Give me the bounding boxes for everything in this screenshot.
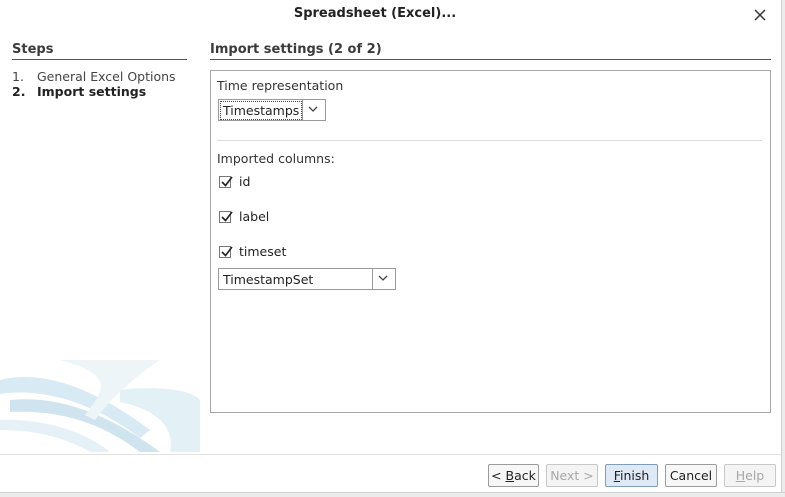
finish-button[interactable]: Finish <box>605 464 658 487</box>
chevron-down-icon[interactable] <box>372 269 395 289</box>
window-edge <box>781 0 785 496</box>
step-item-general-options: 1. General Excel Options <box>12 69 176 84</box>
wizard-watermark-graphic <box>0 360 200 452</box>
column-label: id <box>239 174 251 189</box>
chevron-down-icon[interactable] <box>302 100 325 120</box>
time-representation-select[interactable]: Timestamps <box>218 99 326 121</box>
help-button[interactable]: Help <box>724 464 776 487</box>
step-item-import-settings: 2. Import settings <box>12 84 146 99</box>
timeset-type-value: TimestampSet <box>223 272 314 287</box>
time-representation-value: Timestamps <box>220 101 303 120</box>
import-settings-panel: Time representation Timestamps Imported … <box>210 70 771 413</box>
footer-divider <box>0 454 781 455</box>
import-settings-heading: Import settings (2 of 2) <box>210 42 771 60</box>
back-button-label: ack <box>514 468 536 483</box>
finish-button-label: inish <box>619 468 650 483</box>
close-icon[interactable] <box>751 6 769 24</box>
back-button[interactable]: < Back <box>488 464 539 487</box>
help-button-label: elp <box>745 468 765 483</box>
back-button-prefix: < <box>491 468 506 483</box>
cancel-button[interactable]: Cancel <box>665 464 717 487</box>
step-label: General Excel Options <box>37 69 176 84</box>
help-button-mnemonic: H <box>735 468 746 483</box>
dialog-title: Spreadsheet (Excel)... <box>293 6 457 21</box>
column-label: label <box>239 209 270 224</box>
column-label: timeset <box>239 244 287 259</box>
checkbox[interactable] <box>219 211 233 223</box>
checkbox[interactable] <box>219 176 233 188</box>
window-edge-bottom <box>0 492 785 497</box>
timeset-type-select[interactable]: TimestampSet <box>218 268 396 290</box>
next-button[interactable]: Next > <box>546 464 598 487</box>
back-button-mnemonic: B <box>505 468 515 483</box>
checkbox[interactable] <box>219 246 233 258</box>
step-number: 1. <box>12 69 24 84</box>
steps-heading: Steps <box>12 42 187 60</box>
step-label: Import settings <box>37 84 147 99</box>
separator <box>217 140 762 141</box>
imported-columns-label: Imported columns: <box>217 151 335 166</box>
time-representation-label: Time representation <box>217 78 344 93</box>
step-number: 2. <box>12 84 26 99</box>
